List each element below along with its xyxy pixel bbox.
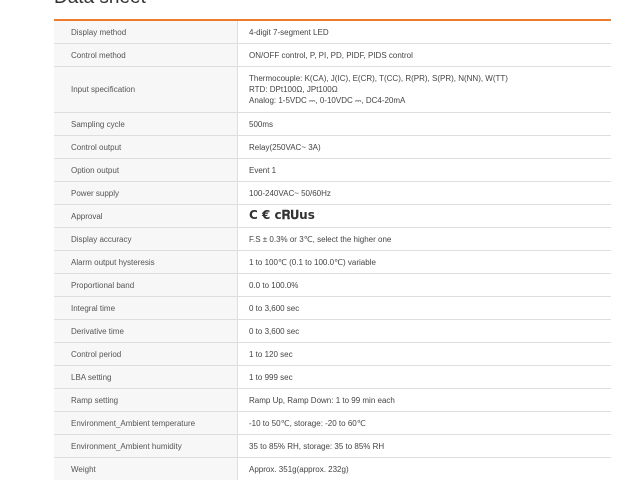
table-row: Control period 1 to 120 sec bbox=[54, 342, 611, 366]
row-label: Display method bbox=[54, 21, 238, 44]
row-value: 1 to 999 sec bbox=[237, 365, 611, 389]
table-row: Environment_Ambient humidity 35 to 85% R… bbox=[54, 434, 611, 458]
row-label: Option output bbox=[54, 158, 238, 182]
row-label: Control method bbox=[54, 43, 238, 67]
table-row: Control method ON/OFF control, P, PI, PD… bbox=[54, 43, 611, 67]
table-row: Derivative time 0 to 3,600 sec bbox=[54, 319, 611, 343]
table-row: Integral time 0 to 3,600 sec bbox=[54, 296, 611, 320]
input-spec-thermocouple: Thermocouple: K(CA), J(IC), E(CR), T(CC)… bbox=[249, 74, 508, 83]
row-label: Ramp setting bbox=[54, 388, 238, 412]
row-value: 1 to 120 sec bbox=[237, 342, 611, 366]
row-label: Weight bbox=[54, 457, 238, 480]
row-label: Control output bbox=[54, 135, 238, 159]
row-value: Ramp Up, Ramp Down: 1 to 99 min each bbox=[237, 388, 611, 412]
row-value: 35 to 85% RH, storage: 35 to 85% RH bbox=[237, 434, 611, 458]
row-value: F.S ± 0.3% or 3℃, select the higher one bbox=[237, 227, 611, 251]
row-label: LBA setting bbox=[54, 365, 238, 389]
row-label: Environment_Ambient humidity bbox=[54, 434, 238, 458]
row-value: 0 to 3,600 sec bbox=[237, 319, 611, 343]
table-row: Weight Approx. 351g(approx. 232g) bbox=[54, 457, 611, 480]
table-row: LBA setting 1 to 999 sec bbox=[54, 365, 611, 389]
input-spec-rtd: RTD: DPt100Ω, JPt100Ω bbox=[249, 85, 338, 94]
row-value: -10 to 50℃, storage: -20 to 60℃ bbox=[237, 411, 611, 435]
row-value: 1 to 100℃ (0.1 to 100.0℃) variable bbox=[237, 250, 611, 274]
table-row: Proportional band 0.0 to 100.0% bbox=[54, 273, 611, 297]
table-row: Display accuracy F.S ± 0.3% or 3℃, selec… bbox=[54, 227, 611, 251]
section-title: Data sheet bbox=[54, 0, 146, 9]
row-label: Approval bbox=[54, 204, 238, 228]
table-row: Control output Relay(250VAC~ 3A) bbox=[54, 135, 611, 159]
row-label: Alarm output hysteresis bbox=[54, 250, 238, 274]
certification-marks-icon: C € c𝐑𝐔us bbox=[249, 208, 315, 222]
row-label: Derivative time bbox=[54, 319, 238, 343]
input-spec-analog: Analog: 1-5VDC ⎓, 0-10VDC ⎓, DC4-20mA bbox=[249, 96, 406, 105]
row-value: ON/OFF control, P, PI, PD, PIDF, PIDS co… bbox=[237, 43, 611, 67]
row-label: Display accuracy bbox=[54, 227, 238, 251]
row-value: 4-digit 7-segment LED bbox=[237, 21, 611, 44]
table-row: Approval C € c𝐑𝐔us bbox=[54, 204, 611, 228]
row-value: 500ms bbox=[237, 112, 611, 136]
row-label: Integral time bbox=[54, 296, 238, 320]
row-value: Approx. 351g(approx. 232g) bbox=[237, 457, 611, 480]
row-label: Power supply bbox=[54, 181, 238, 205]
row-label: Environment_Ambient temperature bbox=[54, 411, 238, 435]
row-value: Relay(250VAC~ 3A) bbox=[237, 135, 611, 159]
row-value: Event 1 bbox=[237, 158, 611, 182]
table-row: Display method 4-digit 7-segment LED bbox=[54, 21, 611, 44]
table-row: Environment_Ambient temperature -10 to 5… bbox=[54, 411, 611, 435]
table-row: Power supply 100-240VAC~ 50/60Hz bbox=[54, 181, 611, 205]
row-value: 100-240VAC~ 50/60Hz bbox=[237, 181, 611, 205]
row-label: Proportional band bbox=[54, 273, 238, 297]
row-value: 0 to 3,600 sec bbox=[237, 296, 611, 320]
spec-table: Display method 4-digit 7-segment LED Con… bbox=[54, 21, 611, 480]
row-label: Sampling cycle bbox=[54, 112, 238, 136]
data-sheet-page: Data sheet Display method 4-digit 7-segm… bbox=[0, 0, 640, 480]
table-row: Ramp setting Ramp Up, Ramp Down: 1 to 99… bbox=[54, 388, 611, 412]
row-value: Thermocouple: K(CA), J(IC), E(CR), T(CC)… bbox=[237, 66, 611, 113]
row-label: Control period bbox=[54, 342, 238, 366]
table-row: Option output Event 1 bbox=[54, 158, 611, 182]
row-label: Input specification bbox=[54, 66, 238, 113]
table-row: Input specification Thermocouple: K(CA),… bbox=[54, 66, 611, 113]
table-row: Sampling cycle 500ms bbox=[54, 112, 611, 136]
table-row: Alarm output hysteresis 1 to 100℃ (0.1 t… bbox=[54, 250, 611, 274]
row-value: 0.0 to 100.0% bbox=[237, 273, 611, 297]
row-value: C € c𝐑𝐔us bbox=[237, 204, 611, 228]
